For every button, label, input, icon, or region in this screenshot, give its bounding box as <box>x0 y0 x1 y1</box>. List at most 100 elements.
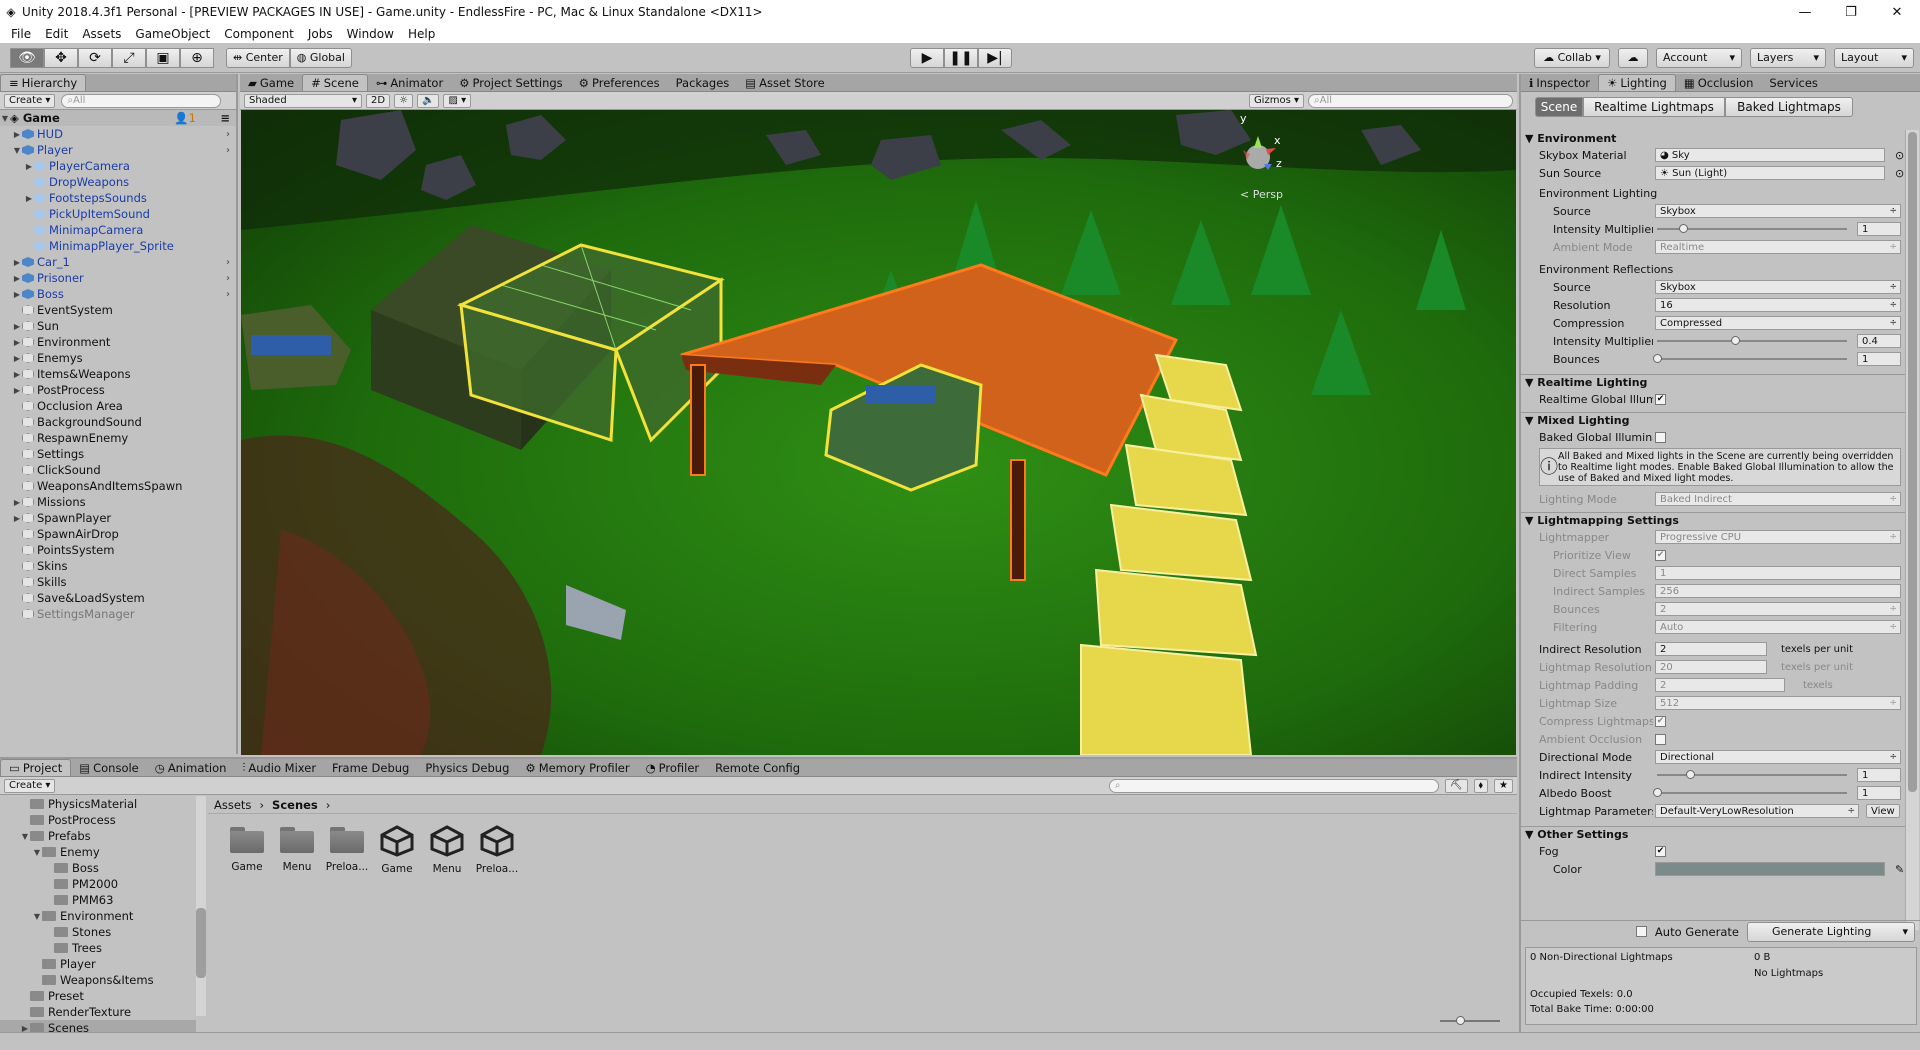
slider-knob[interactable] <box>1686 770 1695 779</box>
hierarchy-item[interactable]: Settings <box>0 446 236 462</box>
global-button[interactable]: ◍ Global <box>289 47 352 68</box>
expand-arrow-icon[interactable]: ▶ <box>24 162 34 171</box>
favorite-icon[interactable]: ★ <box>1494 778 1513 793</box>
hierarchy-item[interactable]: ClickSound <box>0 462 236 478</box>
direct-samples-input[interactable]: 1 <box>1655 566 1901 580</box>
move-tool-icon[interactable]: ✥ <box>44 47 78 68</box>
albedo-input[interactable]: 1 <box>1857 786 1901 800</box>
filter-type-icon[interactable]: ⛏ <box>1444 778 1468 793</box>
menu-help[interactable]: Help <box>401 27 442 41</box>
scene-viewport[interactable]: y x z < Persp <box>241 110 1516 755</box>
ambient-dropdown[interactable]: Realtime <box>1655 240 1901 254</box>
hierarchy-item[interactable]: ▶ Car_1 › <box>0 254 236 270</box>
menu-edit[interactable]: Edit <box>38 27 75 41</box>
layout-dropdown[interactable]: Layout ▾ <box>1834 47 1914 68</box>
menu-window[interactable]: Window <box>340 27 401 41</box>
projection-label[interactable]: < Persp <box>1240 188 1283 201</box>
subtab-realtime-lightmaps[interactable]: Realtime Lightmaps <box>1583 97 1725 117</box>
open-prefab-icon[interactable]: › <box>226 129 230 140</box>
expand-arrow-icon[interactable]: ▶ <box>12 370 22 379</box>
expand-arrow-icon[interactable]: ▶ <box>12 274 22 283</box>
folder-tree-item[interactable]: Trees <box>0 940 196 956</box>
asset-scene[interactable]: Menu <box>422 825 472 875</box>
hierarchy-item[interactable]: ▶ PlayerCamera <box>0 158 236 174</box>
asset-scene[interactable]: Game <box>372 825 422 875</box>
realtime-gi-checkbox[interactable]: ✔ <box>1655 393 1666 405</box>
refl-source-dropdown[interactable]: Skybox <box>1655 280 1901 294</box>
refl-intensity-slider[interactable] <box>1657 340 1847 342</box>
expand-arrow-icon[interactable]: ▶ <box>12 498 22 507</box>
close-icon[interactable]: ✕ <box>1874 5 1920 20</box>
scroll-thumb[interactable] <box>1908 132 1917 792</box>
gizmos-dropdown[interactable]: Gizmos ▾ <box>1248 93 1304 108</box>
tab-console[interactable]: ▤ Console <box>71 759 147 776</box>
rect-tool-icon[interactable]: ▣ <box>146 47 180 68</box>
hierarchy-item[interactable]: MinimapCamera <box>0 222 236 238</box>
hierarchy-item[interactable]: EventSystem <box>0 302 236 318</box>
menu-jobs[interactable]: Jobs <box>301 27 340 41</box>
cloud-button[interactable]: ☁ <box>1618 47 1648 68</box>
folder-tree-item[interactable]: Weapons&Items <box>0 972 196 988</box>
hierarchy-item[interactable]: Skins <box>0 558 236 574</box>
tab-inspector[interactable]: ℹ Inspector <box>1521 74 1598 91</box>
expand-arrow-icon[interactable]: ▶ <box>12 130 22 139</box>
generate-lighting-button[interactable]: Generate Lighting ▾ <box>1747 921 1915 942</box>
hierarchy-item[interactable]: BackgroundSound <box>0 414 236 430</box>
scene-search-input[interactable]: ⌕ All <box>1308 93 1513 108</box>
tab-packages[interactable]: Packages <box>668 74 738 91</box>
hierarchy-item[interactable]: RespawnEnemy <box>0 430 236 446</box>
slider-knob[interactable] <box>1653 354 1662 363</box>
breadcrumb-scenes[interactable]: Scenes <box>272 798 318 812</box>
project-search-input[interactable]: ⌕ <box>1108 778 1439 793</box>
menu-file[interactable]: File <box>4 27 38 41</box>
indirect-res-input[interactable]: 2 <box>1655 642 1767 656</box>
rotate-tool-icon[interactable]: ⟳ <box>78 47 112 68</box>
tab-asset-store[interactable]: ▤ Asset Store <box>737 74 832 91</box>
tree-scrollbar[interactable] <box>196 796 206 1016</box>
hierarchy-item[interactable]: MinimapPlayer_Sprite <box>0 238 236 254</box>
tab-remote-config[interactable]: Remote Config <box>707 759 808 776</box>
tab-preferences[interactable]: ⚙ Preferences <box>571 74 668 91</box>
slider-knob[interactable] <box>1679 224 1688 233</box>
tab-project[interactable]: ▭ Project <box>0 759 72 776</box>
fog-color-swatch[interactable] <box>1655 862 1885 876</box>
transform-tool-icon[interactable]: ⊕ <box>180 47 214 68</box>
folder-tree-item[interactable]: PM2000 <box>0 876 196 892</box>
lightmap-res-input[interactable]: 20 <box>1655 660 1767 674</box>
expand-arrow-icon[interactable]: ▶ <box>12 514 22 523</box>
expand-arrow-icon[interactable]: ▶ <box>12 258 22 267</box>
folder-tree-item[interactable]: ▼ Prefabs <box>0 828 196 844</box>
tree-scroll-thumb[interactable] <box>196 908 206 978</box>
environment-header[interactable]: ▼ Environment <box>1521 130 1905 146</box>
expand-arrow-icon[interactable]: ▼ <box>32 912 42 921</box>
play-icon[interactable]: ▶ <box>910 47 944 68</box>
folder-tree-item[interactable]: RenderTexture <box>0 1004 196 1020</box>
hierarchy-item[interactable]: Occlusion Area <box>0 398 236 414</box>
expand-arrow-icon[interactable]: ▶ <box>12 322 22 331</box>
slider-knob[interactable] <box>1731 336 1740 345</box>
other-header[interactable]: ▼ Other Settings <box>1521 826 1905 842</box>
filter-label-icon[interactable]: ⬧ <box>1473 778 1489 793</box>
hierarchy-item[interactable]: SpawnAirDrop <box>0 526 236 542</box>
filtering-dropdown[interactable]: Auto <box>1655 620 1901 634</box>
hierarchy-item[interactable]: ▶ Environment <box>0 334 236 350</box>
restore-icon[interactable]: ❐ <box>1828 5 1874 20</box>
lighting-mode-dropdown[interactable]: Baked Indirect <box>1655 492 1901 506</box>
env-source-dropdown[interactable]: Skybox <box>1655 204 1901 218</box>
subtab-scene[interactable]: Scene <box>1535 97 1583 117</box>
hierarchy-item[interactable]: Skills <box>0 574 236 590</box>
tab-game[interactable]: ▰ Game <box>240 74 302 91</box>
hierarchy-item[interactable]: PointsSystem <box>0 542 236 558</box>
inspector-scrollbar[interactable] <box>1905 130 1919 930</box>
subtab-baked-lightmaps[interactable]: Baked Lightmaps <box>1725 97 1853 117</box>
view-button[interactable]: View <box>1866 804 1900 818</box>
albedo-slider[interactable] <box>1657 792 1847 794</box>
ao-checkbox[interactable] <box>1655 733 1666 745</box>
folder-tree-item[interactable]: ▼ Enemy <box>0 844 196 860</box>
realtime-header[interactable]: ▼ Realtime Lighting <box>1521 374 1905 390</box>
folder-tree-item[interactable]: Boss <box>0 860 196 876</box>
mixed-header[interactable]: ▼ Mixed Lighting <box>1521 412 1905 428</box>
tab-memory-profiler[interactable]: ⚙ Memory Profiler <box>517 759 637 776</box>
scene-root-game[interactable]: ▼ ◈ Game 👤1 ≡ <box>0 110 236 126</box>
2d-toggle[interactable]: 2D <box>366 93 391 108</box>
